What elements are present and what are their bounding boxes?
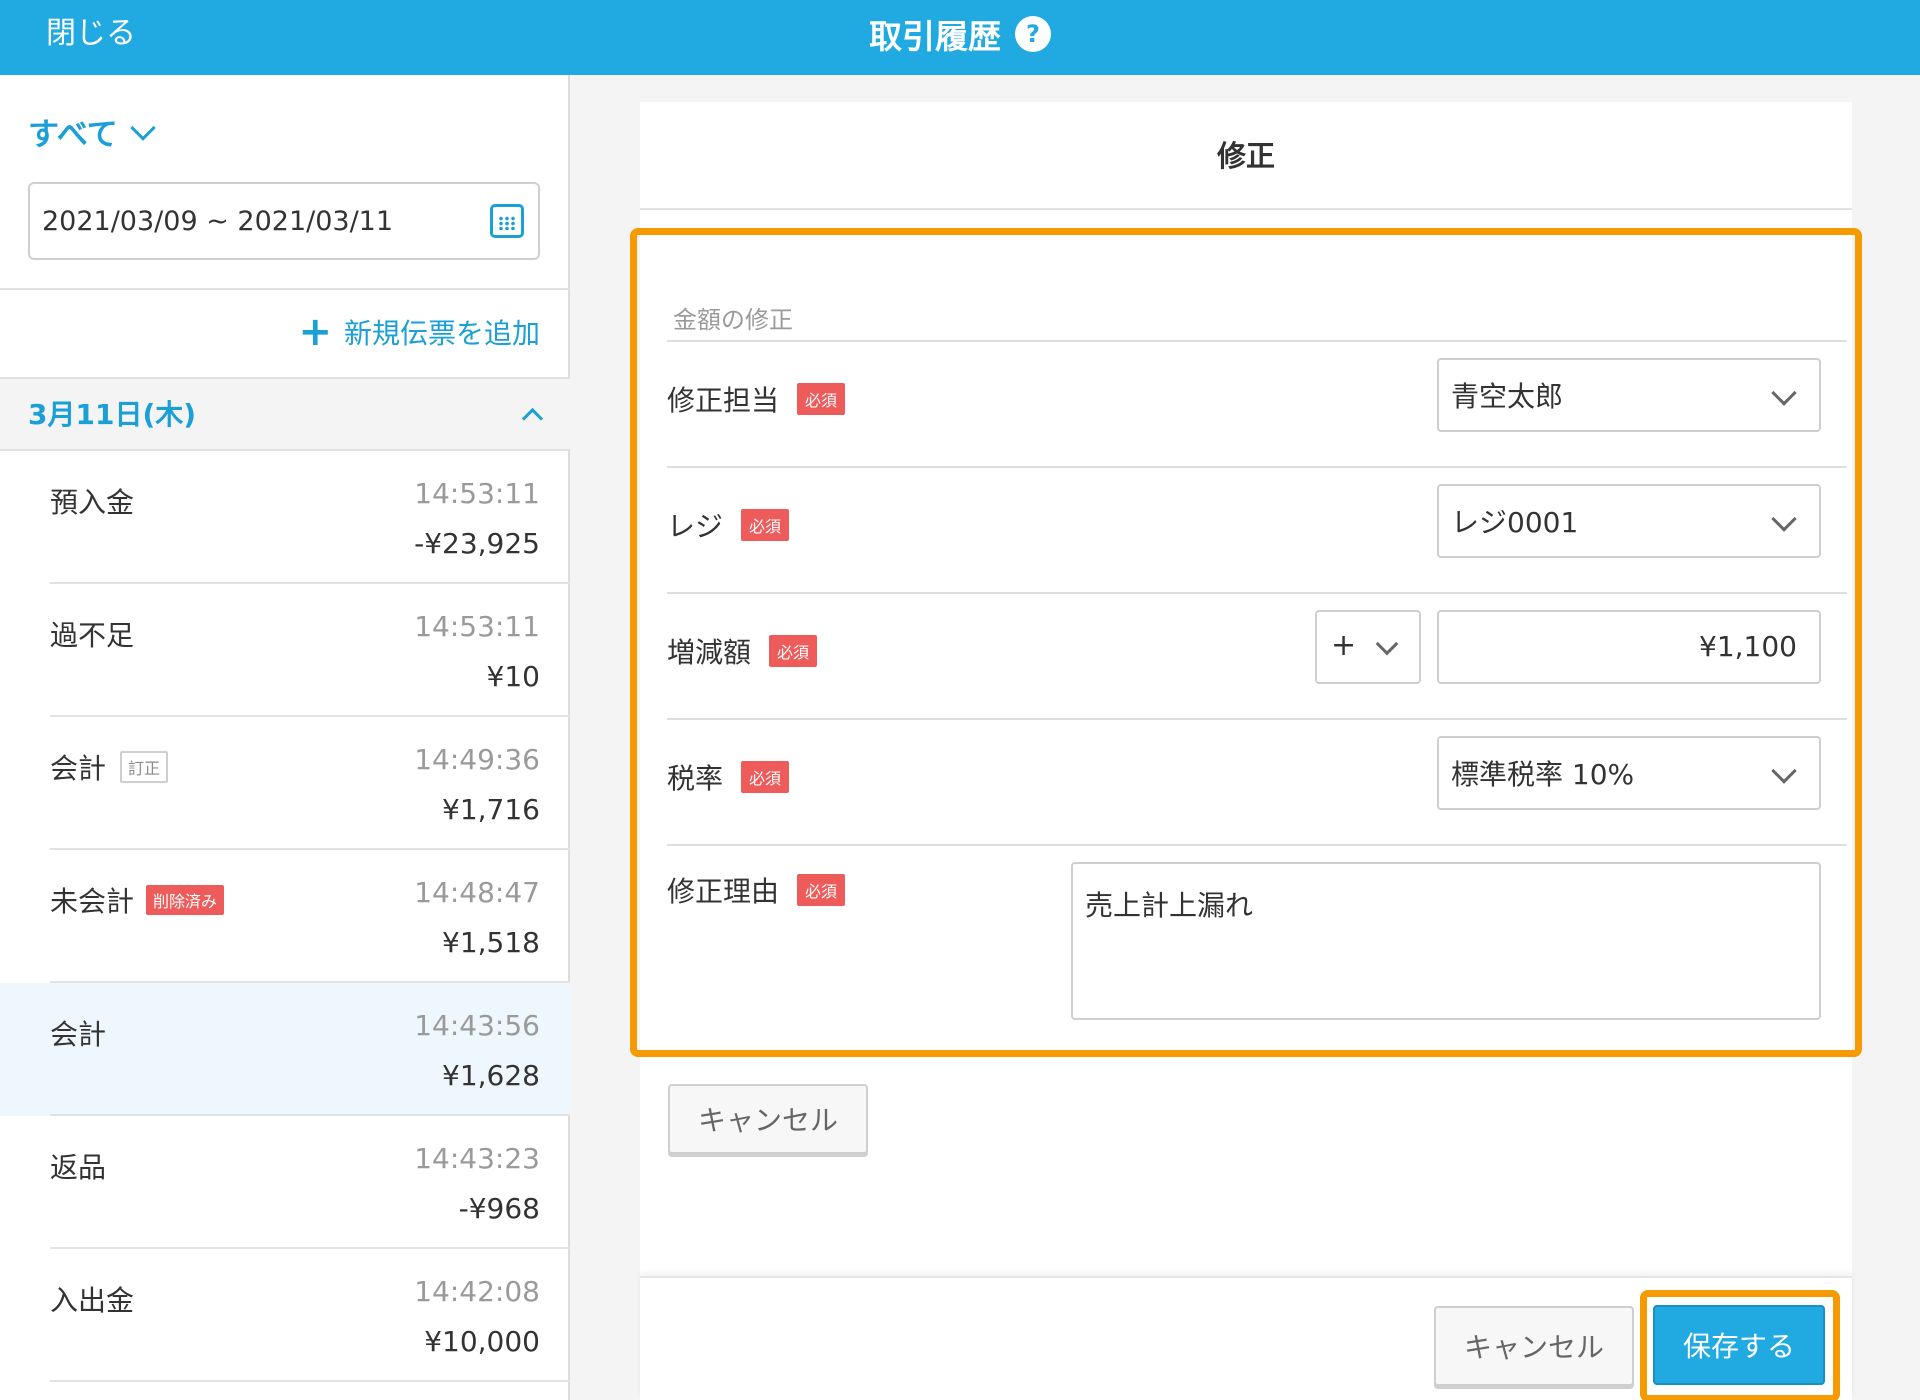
- register-label-wrap: レジ 必須: [667, 505, 790, 545]
- transaction-name-wrap: 過不足: [50, 614, 134, 654]
- footer-cancel-button[interactable]: キャンセル: [1434, 1306, 1634, 1386]
- plus-icon: +: [298, 309, 332, 355]
- transaction-amount: ¥1,716: [442, 793, 540, 826]
- transaction-time: 14:43:23: [414, 1142, 540, 1175]
- row-divider: [50, 1380, 570, 1382]
- adjustment-label: 増減額: [667, 636, 752, 669]
- required-badge: 必須: [797, 874, 846, 906]
- adjustment-amount-input[interactable]: ¥1,100: [1437, 610, 1821, 684]
- transaction-name-wrap: 返品: [50, 1146, 106, 1186]
- add-voucher-button[interactable]: + 新規伝票を追加: [298, 312, 540, 352]
- transaction-name-wrap: 会計 訂正: [50, 747, 169, 787]
- date-group-label: 3月11日(木): [28, 398, 197, 431]
- date-group-header[interactable]: 3月11日(木): [0, 379, 570, 451]
- transaction-list: 預入金 14:53:11 -¥23,925 過不足 14:53:11 ¥10 会…: [0, 451, 570, 1382]
- chevron-down-icon: [1771, 506, 1797, 532]
- transaction-row[interactable]: 預入金 14:53:11 -¥23,925: [0, 451, 570, 584]
- transaction-time: 14:53:11: [414, 610, 540, 643]
- page-title: 取引履歴: [869, 17, 1001, 56]
- staff-value: 青空太郎: [1451, 380, 1564, 413]
- chevron-down-icon: [1375, 632, 1399, 656]
- transaction-name-wrap: 入出金: [50, 1279, 134, 1319]
- divider: [0, 288, 570, 290]
- amount-correction-form: 金額の修正 修正担当 必須 青空太郎 レジ 必須 レジ0001 増減額 必須 +: [630, 228, 1862, 1057]
- save-button[interactable]: 保存する: [1653, 1305, 1825, 1385]
- tax-rate-select[interactable]: 標準税率 10%: [1437, 736, 1821, 810]
- tax-rate-label-wrap: 税率 必須: [667, 757, 790, 797]
- divider: [667, 718, 1847, 720]
- transaction-amount: ¥10,000: [424, 1325, 540, 1358]
- date-range-value: 2021/03/09 ~ 2021/03/11: [42, 205, 394, 237]
- transaction-amount: ¥1,518: [442, 926, 540, 959]
- required-badge: 必須: [769, 635, 818, 667]
- tax-rate-value: 標準税率 10%: [1451, 758, 1635, 791]
- transaction-amount: ¥1,628: [442, 1059, 540, 1092]
- transaction-name: 会計: [50, 1018, 107, 1051]
- register-select[interactable]: レジ0001: [1437, 484, 1821, 558]
- divider: [667, 340, 1847, 342]
- filter-dropdown[interactable]: すべて: [28, 109, 156, 154]
- divider: [667, 844, 1847, 846]
- transaction-row[interactable]: 入出金 14:42:08 ¥10,000: [0, 1249, 570, 1382]
- chevron-down-icon: [129, 114, 156, 141]
- help-icon[interactable]: ?: [1015, 16, 1051, 52]
- header-title-wrap: 取引履歴 ?: [0, 0, 1920, 68]
- transaction-row[interactable]: 会計 訂正 14:49:36 ¥1,716: [0, 717, 570, 850]
- transaction-time: 14:49:36: [414, 743, 540, 776]
- transaction-name: 預入金: [50, 486, 135, 519]
- transaction-row[interactable]: 過不足 14:53:11 ¥10: [0, 584, 570, 717]
- corrected-badge: 訂正: [120, 751, 169, 783]
- chevron-down-icon: [1771, 380, 1797, 406]
- transaction-name: 未会計: [50, 885, 135, 918]
- transaction-row-selected[interactable]: 会計 14:43:56 ¥1,628: [0, 983, 570, 1116]
- transaction-name: 入出金: [50, 1284, 135, 1317]
- tax-rate-label: 税率: [667, 762, 724, 795]
- adjustment-label-wrap: 増減額 必須: [667, 631, 818, 671]
- sign-value: +: [1331, 628, 1357, 663]
- transaction-time: 14:48:47: [414, 876, 540, 909]
- transaction-amount: -¥23,925: [414, 527, 540, 560]
- divider: [667, 592, 1847, 594]
- filter-label: すべて: [28, 117, 118, 153]
- transaction-name: 返品: [50, 1151, 107, 1184]
- transaction-row[interactable]: 未会計 削除済み 14:48:47 ¥1,518: [0, 850, 570, 983]
- transaction-name: 過不足: [50, 619, 135, 652]
- reason-textarea[interactable]: 売上計上漏れ: [1071, 862, 1821, 1020]
- transaction-name-wrap: 会計: [50, 1013, 106, 1053]
- add-voucher-label: 新規伝票を追加: [343, 317, 540, 350]
- transaction-row[interactable]: 返品 14:43:23 -¥968: [0, 1116, 570, 1249]
- sign-select[interactable]: +: [1315, 610, 1421, 684]
- transaction-name: 会計: [50, 752, 107, 785]
- cancel-button[interactable]: キャンセル: [668, 1084, 868, 1154]
- app-header: 閉じる 取引履歴 ?: [0, 0, 1920, 75]
- register-label: レジ: [667, 510, 724, 543]
- required-badge: 必須: [741, 761, 790, 793]
- panel-title: 修正: [640, 102, 1852, 210]
- required-badge: 必須: [797, 383, 846, 415]
- transaction-amount: ¥10: [486, 660, 540, 693]
- required-badge: 必須: [741, 509, 790, 541]
- sidebar: すべて 2021/03/09 ~ 2021/03/11 + 新規伝票を追加 3月…: [0, 75, 570, 1400]
- panel-footer: キャンセル 保存する: [640, 1276, 1852, 1400]
- chevron-up-icon: [521, 407, 544, 430]
- transaction-amount: -¥968: [458, 1192, 540, 1225]
- section-label: 金額の修正: [673, 306, 793, 334]
- staff-select[interactable]: 青空太郎: [1437, 358, 1821, 432]
- date-range-field[interactable]: 2021/03/09 ~ 2021/03/11: [28, 182, 540, 260]
- transaction-time: 14:43:56: [414, 1009, 540, 1042]
- deleted-badge: 削除済み: [146, 885, 225, 915]
- transaction-name-wrap: 預入金: [50, 481, 134, 521]
- calendar-icon[interactable]: [490, 204, 524, 238]
- staff-label-wrap: 修正担当 必須: [667, 379, 846, 419]
- transaction-name-wrap: 未会計 削除済み: [50, 880, 225, 920]
- transaction-time: 14:42:08: [414, 1275, 540, 1308]
- divider: [667, 466, 1847, 468]
- reason-label-wrap: 修正理由 必須: [667, 870, 846, 910]
- reason-label: 修正理由: [667, 875, 780, 908]
- staff-label: 修正担当: [667, 384, 780, 417]
- transaction-time: 14:53:11: [414, 477, 540, 510]
- register-value: レジ0001: [1451, 506, 1579, 539]
- edit-panel: 修正 金額の修正 修正担当 必須 青空太郎 レジ 必須 レジ0001 増減額 必…: [630, 102, 1862, 1400]
- chevron-down-icon: [1771, 758, 1797, 784]
